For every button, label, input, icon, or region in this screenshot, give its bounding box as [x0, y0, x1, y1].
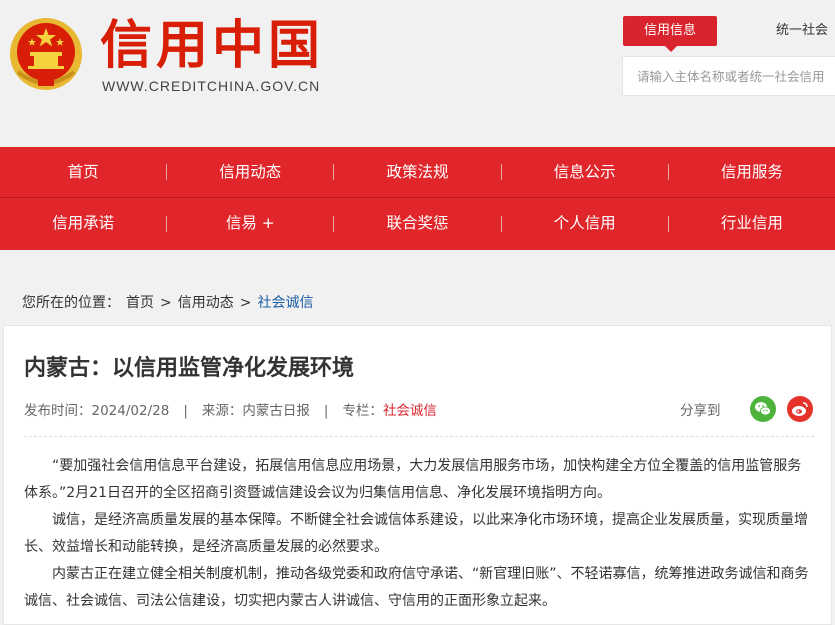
meta-separator: | [323, 403, 329, 419]
article-paragraph: 内蒙古正在建立健全相关制度机制，推动各级党委和政府信守承诺、“新官理旧账”、不轻… [24, 566, 809, 609]
nav-item-policy[interactable]: 政策法规 [334, 147, 500, 198]
article-panel: 内蒙古：以信用监管净化发展环境 发布时间：2024/02/28 | 来源：内蒙古日报… [3, 325, 832, 625]
nav-item-joint-rewards[interactable]: 联合奖惩 [334, 198, 500, 249]
national-emblem-icon [10, 18, 82, 90]
nav-item-credit-news[interactable]: 信用动态 [167, 147, 333, 198]
nav-row-1: 首页 信用动态 政策法规 信息公示 信用服务 [0, 147, 835, 198]
nav-item-industry-credit[interactable]: 行业信用 [669, 198, 835, 249]
nav-item-info-disclosure[interactable]: 信息公示 [502, 147, 668, 198]
article-divider [24, 436, 814, 437]
site-logo-title[interactable]: 信用中国 [100, 14, 324, 78]
article-meta: 发布时间：2024/02/28 | 来源：内蒙古日报 | 专栏：社会诚信 [24, 399, 437, 419]
article-body: “要加强社会信用信息平台建设，拓展信用信息应用场景，大力发展信用服务市场，加快构… [24, 453, 814, 615]
search-input[interactable] [623, 57, 835, 95]
breadcrumb-prefix: 您所在的位置： [22, 295, 120, 311]
breadcrumb-current[interactable]: 社会诚信 [257, 295, 313, 311]
article-paragraph: “要加强社会信用信息平台建设，拓展信用信息应用场景，大力发展信用服务市场，加快构… [24, 458, 802, 501]
nav-item-credit-commitment[interactable]: 信用承诺 [0, 198, 166, 249]
site-header: 信用中国 WWW.CREDITCHINA.GOV.CN 信用信息 统一社会 [0, 0, 835, 147]
column-link[interactable]: 社会诚信 [383, 403, 437, 419]
breadcrumb-home[interactable]: 首页 [126, 295, 154, 311]
weibo-share-icon[interactable] [787, 396, 813, 422]
site-logo-url: WWW.CREDITCHINA.GOV.CN [102, 78, 321, 94]
search-tab-credit-info[interactable]: 信用信息 [623, 16, 717, 52]
main-nav: 首页 信用动态 政策法规 信息公示 信用服务 信用承诺 信易 + 联合奖惩 个人… [0, 147, 835, 250]
article-title: 内蒙古：以信用监管净化发展环境 [24, 356, 355, 381]
nav-item-home[interactable]: 首页 [0, 147, 166, 198]
column-label: 专栏： [342, 403, 383, 419]
nav-item-credit-service[interactable]: 信用服务 [669, 147, 835, 198]
breadcrumb-separator: > [239, 295, 252, 311]
breadcrumb-credit-news[interactable]: 信用动态 [178, 295, 234, 311]
search-tab-unified-code[interactable]: 统一社会 [776, 16, 828, 46]
search-box [622, 56, 835, 96]
breadcrumb: 您所在的位置： 首页 > 信用动态 > 社会诚信 [22, 292, 319, 312]
publish-time: 发布时间：2024/02/28 [24, 403, 170, 419]
article-source: 来源：内蒙古日报 [201, 403, 310, 419]
meta-separator: | [183, 403, 188, 419]
nav-item-xinyi-plus[interactable]: 信易 + [167, 198, 333, 249]
nav-row-2: 信用承诺 信易 + 联合奖惩 个人信用 行业信用 [0, 198, 835, 249]
wechat-share-icon[interactable] [750, 396, 776, 422]
share-label: 分享到 [680, 403, 721, 419]
nav-item-personal-credit[interactable]: 个人信用 [502, 198, 668, 249]
breadcrumb-separator: > [160, 295, 172, 311]
article-paragraph: 诚信，是经济高质量发展的基本保障。不断健全社会诚信体系建设，以此来净化市场环境，… [24, 512, 808, 555]
